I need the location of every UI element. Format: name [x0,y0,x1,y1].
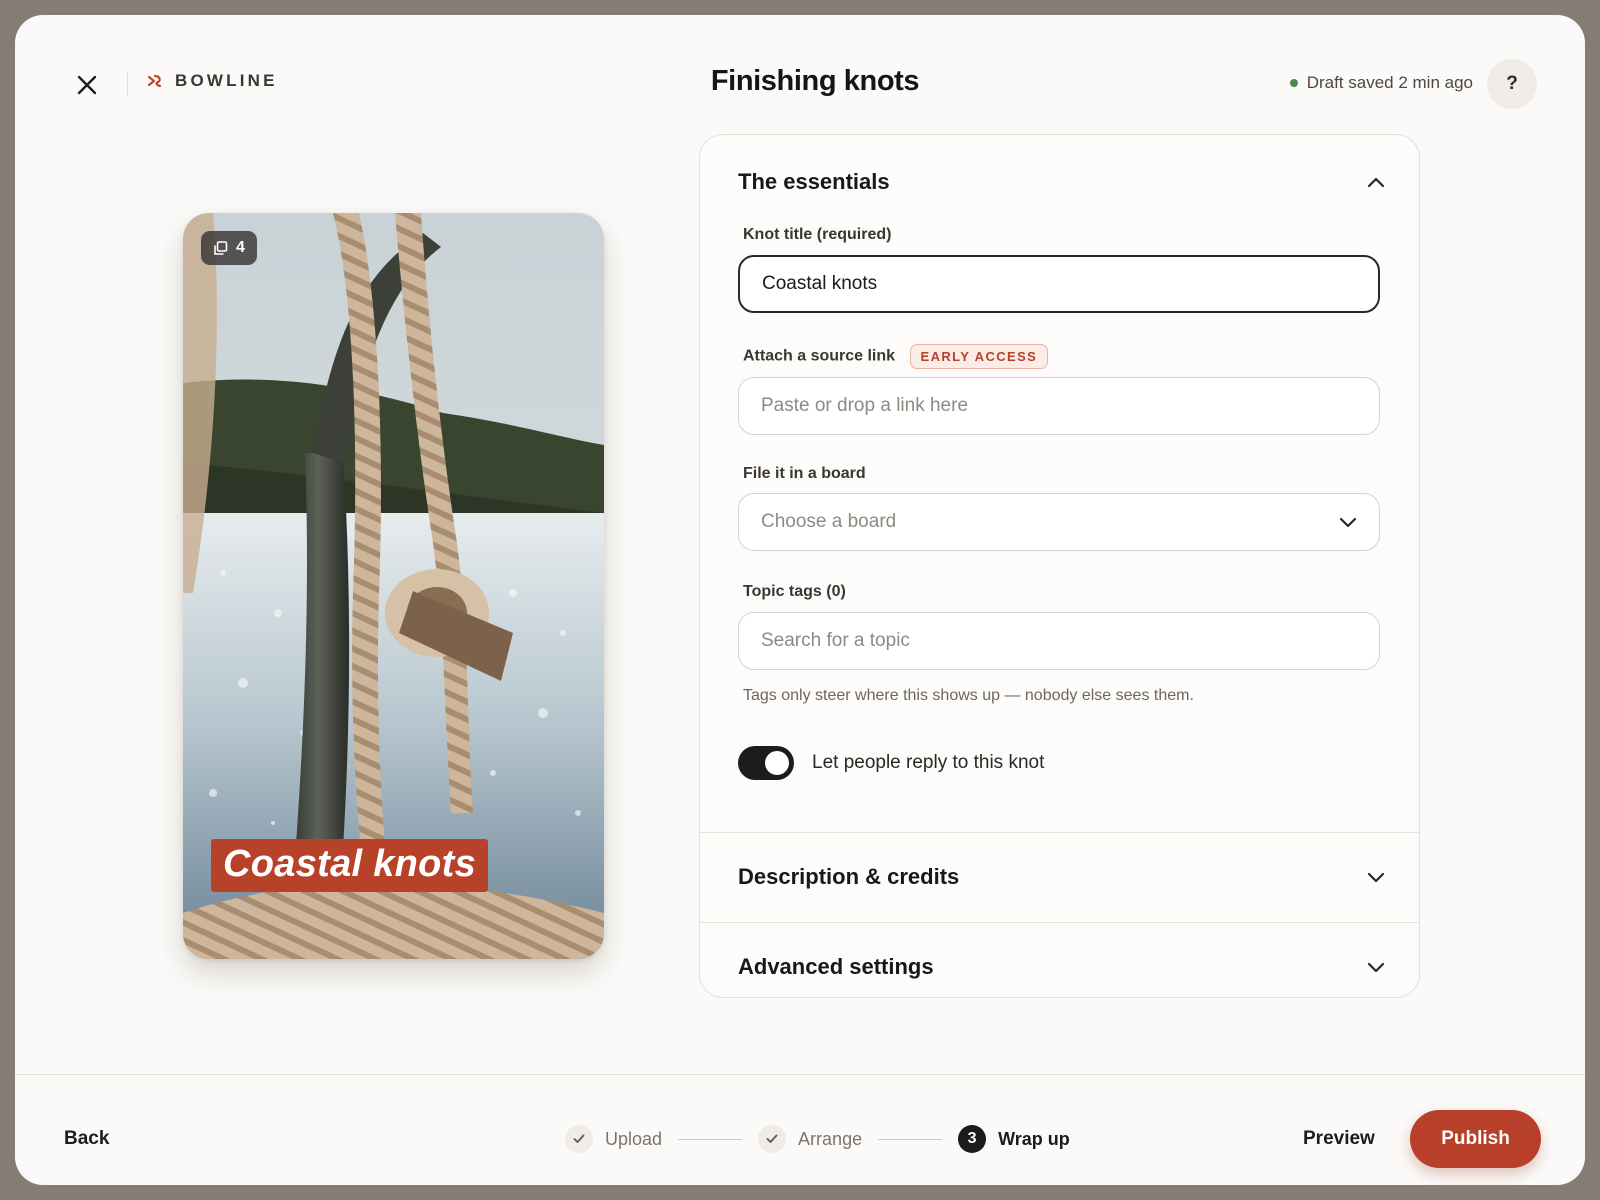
back-button[interactable]: Back [64,1128,109,1150]
source-link-label-row: Attach a source link EARLY ACCESS [743,344,1049,369]
source-link-placeholder: Paste or drop a link here [761,395,969,416]
publish-button[interactable]: Publish [1410,1110,1541,1168]
step-wrap-up[interactable]: 3 Wrap up [958,1125,1070,1153]
multi-image-icon [214,240,228,255]
preview-overlay-title: Coastal knots [211,839,489,892]
board-placeholder: Choose a board [761,511,897,532]
publish-modal: BOWLINE Finishing knots Draft saved 2 mi… [15,15,1585,1185]
tags-search-input[interactable]: Search for a topic [738,612,1380,670]
chevron-down-icon [1367,962,1385,973]
tags-placeholder: Search for a topic [761,630,910,651]
replies-toggle-label: Let people reply to this knot [812,752,1045,773]
knot-title-label: Knot title (required) [743,226,892,243]
step-connector [678,1138,743,1140]
check-icon [758,1125,787,1153]
section-divider [700,832,1419,833]
step-upload[interactable]: Upload [565,1125,662,1153]
step-number: 3 [958,1125,987,1153]
board-select[interactable]: Choose a board [738,493,1380,551]
details-panel: The essentials Knot title (required) Coa… [699,134,1420,998]
step-label: Arrange [798,1128,863,1149]
image-count-badge: 4 [201,231,257,265]
knot-title-value: Coastal knots [762,273,878,294]
step-arrange[interactable]: Arrange [758,1125,862,1153]
preview-button[interactable]: Preview [1303,1128,1375,1150]
toggle-knob [765,751,789,775]
advanced-title: Advanced settings [738,954,934,979]
step-label: Upload [605,1128,663,1149]
chevron-down-icon [1367,872,1385,883]
help-button[interactable]: ? [1487,59,1537,109]
status-dot-icon [1289,79,1298,87]
check-icon [565,1125,593,1153]
early-access-badge: EARLY ACCESS [909,344,1049,369]
board-label: File it in a board [743,465,866,482]
progress-stepper: Upload Arrange 3 Wrap up [565,1125,1070,1153]
section-divider [700,922,1419,923]
footer-divider [15,1074,1585,1075]
source-link-input[interactable]: Paste or drop a link here [738,377,1380,435]
description-section-header[interactable]: Description & credits [738,847,1385,907]
replies-toggle-row: Let people reply to this knot [738,746,1044,780]
image-count: 4 [236,239,245,256]
draft-status: Draft saved 2 min ago [1289,73,1473,93]
tags-label: Topic tags (0) [743,583,846,600]
description-title: Description & credits [738,864,960,889]
pin-preview[interactable]: 4 Coastal knots [183,213,604,959]
tags-hint: Tags only steer where this shows up — no… [743,687,1194,704]
source-link-label: Attach a source link [743,347,896,365]
essentials-section-header[interactable]: The essentials [738,167,1385,197]
chevron-down-icon [1339,517,1357,528]
replies-toggle[interactable] [738,746,794,780]
knot-title-input[interactable]: Coastal knots [738,255,1380,313]
essentials-title: The essentials [738,169,890,194]
step-connector [878,1138,943,1140]
step-label: Wrap up [998,1128,1070,1149]
chevron-up-icon [1367,177,1385,188]
advanced-section-header[interactable]: Advanced settings [738,937,1385,997]
draft-status-text: Draft saved 2 min ago [1306,73,1473,92]
